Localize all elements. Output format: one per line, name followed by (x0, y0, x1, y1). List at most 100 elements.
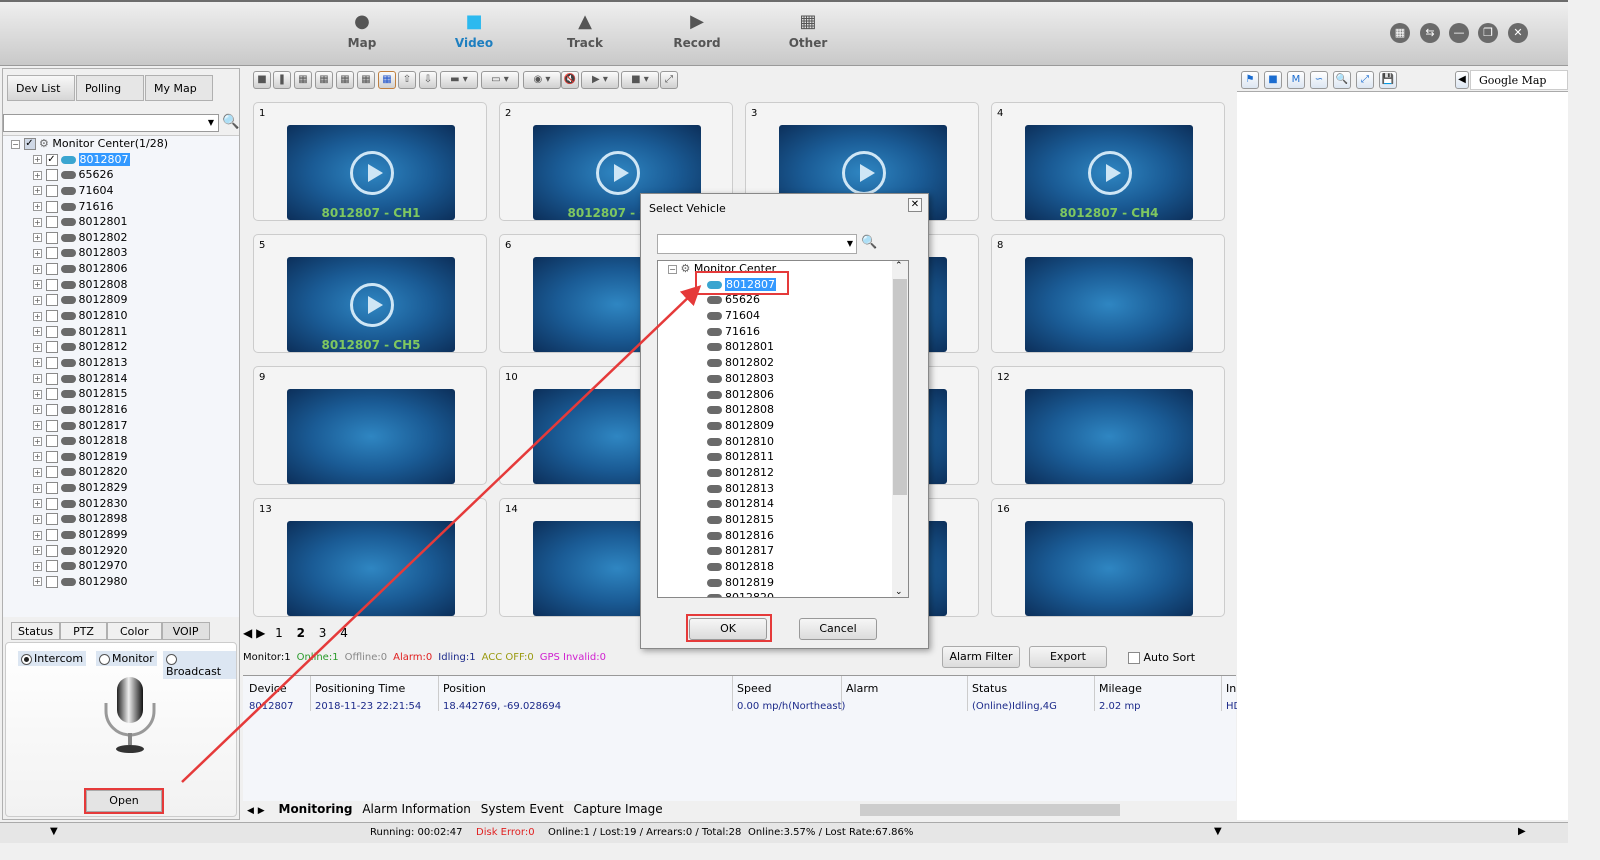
layout-1-icon[interactable]: ■ (253, 71, 271, 89)
collapse-left-icon[interactable]: ▼ (50, 826, 58, 837)
device-checkbox[interactable] (45, 544, 58, 557)
horizontal-scrollbar[interactable] (848, 802, 1218, 818)
expand-icon[interactable]: + (33, 233, 42, 243)
tree-device-item[interactable]: + 8012803 (3, 245, 239, 261)
next-tab-icon[interactable]: ▶ (258, 806, 265, 816)
table-cell[interactable]: 2.02 mp (1099, 701, 1141, 712)
video-thumbnail[interactable] (1025, 521, 1193, 616)
chevron-down-icon[interactable]: ▼ (208, 118, 214, 127)
video-thumbnail[interactable]: 8012807 - CH5 (287, 257, 455, 352)
tree-device-item[interactable]: + 8012817 (3, 418, 239, 434)
tree-device-item[interactable]: + 8012812 (3, 339, 239, 355)
expand-icon[interactable]: + (33, 217, 42, 227)
video-cell[interactable]: 12 (991, 366, 1225, 485)
play-icon[interactable] (350, 151, 394, 195)
tree-device-item[interactable]: + 8012808 (3, 277, 239, 293)
device-checkbox[interactable] (45, 231, 58, 244)
vehicle-item[interactable]: 8012811 (658, 449, 908, 465)
expand-icon[interactable]: + (33, 186, 42, 196)
tree-device-item[interactable]: + 8012810 (3, 308, 239, 324)
video-cell[interactable]: 4 8012807 - CH4 (991, 102, 1225, 221)
video-cell[interactable]: 8 (991, 234, 1225, 353)
play-icon[interactable] (842, 151, 886, 195)
video-cell[interactable]: 13 (253, 498, 487, 617)
page-up-icon[interactable]: ⇧ (398, 71, 416, 89)
tree-device-item[interactable]: + ✓ 8012807 (3, 152, 239, 168)
device-checkbox[interactable] (45, 184, 58, 197)
tree-device-item[interactable]: + 8012830 (3, 496, 239, 512)
mute-icon[interactable]: 🔇 (561, 71, 579, 89)
vehicle-item[interactable]: 8012803 (658, 371, 908, 387)
prev-tab-icon[interactable]: ◀ (247, 806, 254, 816)
apps-icon[interactable]: ▦ (1390, 23, 1410, 43)
column-header[interactable]: Alarm (846, 682, 878, 695)
expand-icon[interactable]: + (33, 483, 42, 493)
tab-my-map[interactable]: My Map (145, 75, 213, 101)
prev-page-icon[interactable]: ◀ (243, 626, 252, 640)
device-checkbox[interactable] (45, 247, 58, 260)
tree-root[interactable]: − ✓ ⚙ Monitor Center(1/28) (3, 136, 239, 152)
device-checkbox[interactable] (45, 529, 58, 542)
chevron-down-icon[interactable]: ▼ (847, 239, 853, 248)
vehicle-item[interactable]: 8012806 (658, 387, 908, 403)
expand-icon[interactable]: + (33, 421, 42, 431)
vehicle-item[interactable]: 8012801 (658, 339, 908, 355)
device-checkbox[interactable] (45, 466, 58, 479)
radio-intercom[interactable]: Intercom (18, 651, 87, 666)
layout-6-icon[interactable]: ▦ (315, 71, 333, 89)
vehicle-item[interactable]: 8012817 (658, 543, 908, 559)
stop-dropdown[interactable]: ■ ▾ (621, 71, 659, 89)
vehicle-item[interactable]: 8012808 (658, 402, 908, 418)
nav-map[interactable]: ● Map (322, 12, 402, 51)
device-checkbox[interactable] (45, 263, 58, 276)
expand-icon[interactable]: + (33, 530, 42, 540)
map-prev-icon[interactable]: ◀ (1455, 71, 1469, 89)
video-thumbnail[interactable] (287, 389, 455, 484)
page-tab-4[interactable]: 4 (340, 626, 348, 640)
vehicle-item[interactable]: 8012819 (658, 575, 908, 591)
column-header[interactable]: Positioning Time (315, 682, 405, 695)
tree-device-item[interactable]: + 8012811 (3, 324, 239, 340)
expand-icon[interactable]: ⤢ (1356, 71, 1374, 89)
expand-icon[interactable]: + (33, 155, 42, 165)
save-icon[interactable]: 💾 (1379, 71, 1397, 89)
vehicle-item[interactable]: 8012809 (658, 418, 908, 434)
tree-device-item[interactable]: + 8012819 (3, 449, 239, 465)
tab-capture-image[interactable]: Capture Image (574, 802, 663, 816)
tree-device-item[interactable]: + 8012802 (3, 230, 239, 246)
play-icon[interactable] (596, 151, 640, 195)
swap-icon[interactable]: ⇆ (1420, 23, 1440, 43)
layout-4-icon[interactable]: ▦ (294, 71, 312, 89)
tree-device-item[interactable]: + 8012815 (3, 386, 239, 402)
vehicle-item[interactable]: 8012815 (658, 512, 908, 528)
tab-polling[interactable]: Polling (76, 75, 144, 101)
collapse-right-icon[interactable]: ▶ (1518, 826, 1526, 837)
tree-device-item[interactable]: + 8012813 (3, 355, 239, 371)
vehicle-item[interactable]: 71616 (658, 324, 908, 340)
device-checkbox[interactable] (45, 200, 58, 213)
page-tab-1[interactable]: 1 (275, 626, 283, 640)
device-checkbox[interactable] (45, 216, 58, 229)
auto-sort-checkbox[interactable]: Auto Sort (1128, 651, 1195, 664)
tree-device-item[interactable]: + 65626 (3, 167, 239, 183)
tab-monitoring[interactable]: Monitoring (279, 802, 353, 816)
video-thumbnail[interactable]: 8012807 - CH4 (1025, 125, 1193, 220)
device-checkbox[interactable]: ✓ (45, 153, 58, 166)
vehicle-item[interactable]: 8012818 (658, 559, 908, 575)
device-checkbox[interactable] (45, 497, 58, 510)
tree-device-item[interactable]: + 8012898 (3, 511, 239, 527)
device-checkbox[interactable] (45, 372, 58, 385)
open-button[interactable]: Open (84, 788, 164, 814)
map-provider-select[interactable]: Google Map (1470, 70, 1568, 90)
expand-icon[interactable]: + (33, 374, 42, 384)
column-header[interactable]: Mileage (1099, 682, 1142, 695)
device-checkbox[interactable] (45, 482, 58, 495)
tree-device-item[interactable]: + 8012801 (3, 214, 239, 230)
column-header[interactable]: Position (443, 682, 486, 695)
expand-icon[interactable]: + (33, 436, 42, 446)
tree-device-item[interactable]: + 8012970 (3, 558, 239, 574)
tab-ptz[interactable]: PTZ (60, 622, 107, 640)
nav-video[interactable]: ■ Video (434, 12, 514, 51)
vertical-scrollbar[interactable]: ⌃ ⌄ (892, 261, 908, 597)
cancel-button[interactable]: Cancel (799, 618, 877, 640)
